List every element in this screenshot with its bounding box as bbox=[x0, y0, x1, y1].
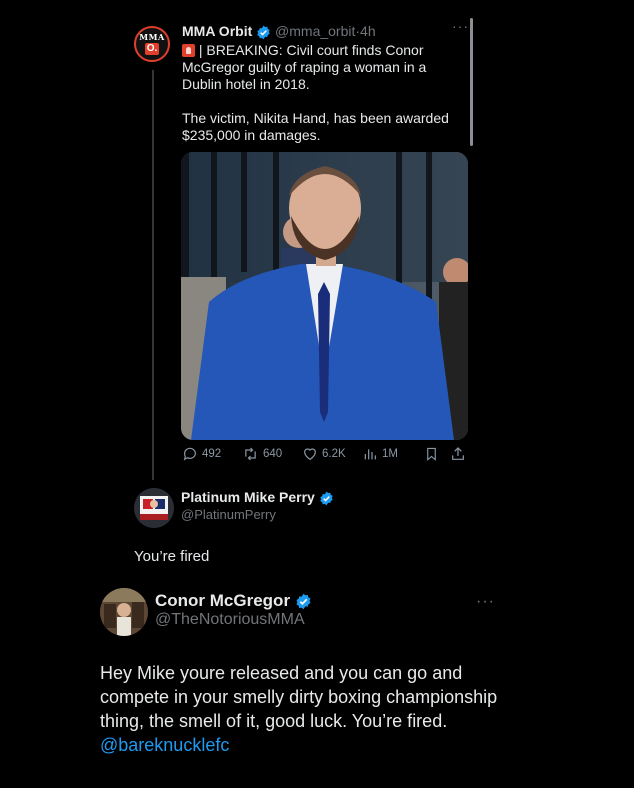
post3-author-name[interactable]: Conor McGregor bbox=[155, 591, 290, 610]
siren-emoji-icon bbox=[182, 44, 195, 57]
like-count: 6.2K bbox=[322, 448, 346, 460]
verified-badge-icon bbox=[296, 593, 311, 610]
repost-count: 640 bbox=[263, 448, 283, 460]
share-icon bbox=[452, 447, 464, 460]
post2-author-handle[interactable]: @PlatinumPerry bbox=[181, 507, 276, 522]
reply-button[interactable]: 492 bbox=[182, 446, 221, 462]
views-icon bbox=[364, 449, 376, 460]
thread-line bbox=[152, 70, 154, 480]
bookmark-icon bbox=[427, 447, 436, 461]
verified-badge-icon bbox=[320, 491, 333, 506]
post1-photo[interactable] bbox=[181, 152, 468, 440]
reply-icon bbox=[183, 447, 196, 461]
repost-button[interactable]: 640 bbox=[242, 446, 282, 462]
post3-mention-link[interactable]: @bareknucklefc bbox=[100, 735, 229, 755]
bookmark-button[interactable] bbox=[424, 446, 439, 462]
post1-line1: | BREAKING: Civil court finds Conor McGr… bbox=[182, 42, 427, 92]
platinum-perry-avatar[interactable] bbox=[134, 488, 174, 528]
reply-count: 492 bbox=[202, 448, 222, 460]
post2-author-name[interactable]: Platinum Mike Perry bbox=[181, 489, 315, 505]
conor-mcgregor-avatar[interactable] bbox=[100, 588, 148, 636]
mma-orbit-avatar[interactable]: MMA O. bbox=[134, 26, 170, 62]
post1-more-icon[interactable]: ··· bbox=[452, 18, 469, 34]
post3-more-icon[interactable]: ··· bbox=[476, 593, 495, 611]
views-button[interactable]: 1M bbox=[362, 446, 398, 462]
like-icon bbox=[304, 448, 316, 461]
post1-time[interactable]: 4h bbox=[360, 23, 376, 39]
verified-badge-icon bbox=[257, 25, 270, 40]
avatar-text-bottom: O. bbox=[145, 43, 159, 55]
post1-action-bar: 492 640 6.2K 1M bbox=[182, 446, 472, 464]
post3-author-line: Conor McGregor bbox=[155, 591, 312, 611]
share-button[interactable] bbox=[450, 446, 466, 462]
like-button[interactable]: 6.2K bbox=[302, 446, 346, 462]
post1-header: MMA Orbit @mma_orbit·4h bbox=[182, 23, 376, 40]
post1-line2: The victim, Nikita Hand, has been awarde… bbox=[182, 110, 449, 143]
post2-text: You’re fired bbox=[134, 548, 210, 565]
post1-author-name[interactable]: MMA Orbit bbox=[182, 23, 252, 39]
post2-author-line: Platinum Mike Perry bbox=[181, 489, 334, 506]
post3-author-handle[interactable]: @TheNotoriousMMA bbox=[155, 611, 305, 629]
repost-icon bbox=[245, 447, 256, 461]
post1-author-handle[interactable]: @mma_orbit bbox=[275, 23, 355, 39]
post3-text-block: Hey Mike youre released and you can go a… bbox=[100, 661, 530, 757]
avatar-text-top: MMA bbox=[139, 32, 165, 42]
post3-text: Hey Mike youre released and you can go a… bbox=[100, 663, 498, 731]
scrollbar-thumb[interactable] bbox=[470, 18, 473, 146]
post1-text: | BREAKING: Civil court finds Conor McGr… bbox=[182, 42, 457, 144]
views-count: 1M bbox=[382, 448, 398, 460]
